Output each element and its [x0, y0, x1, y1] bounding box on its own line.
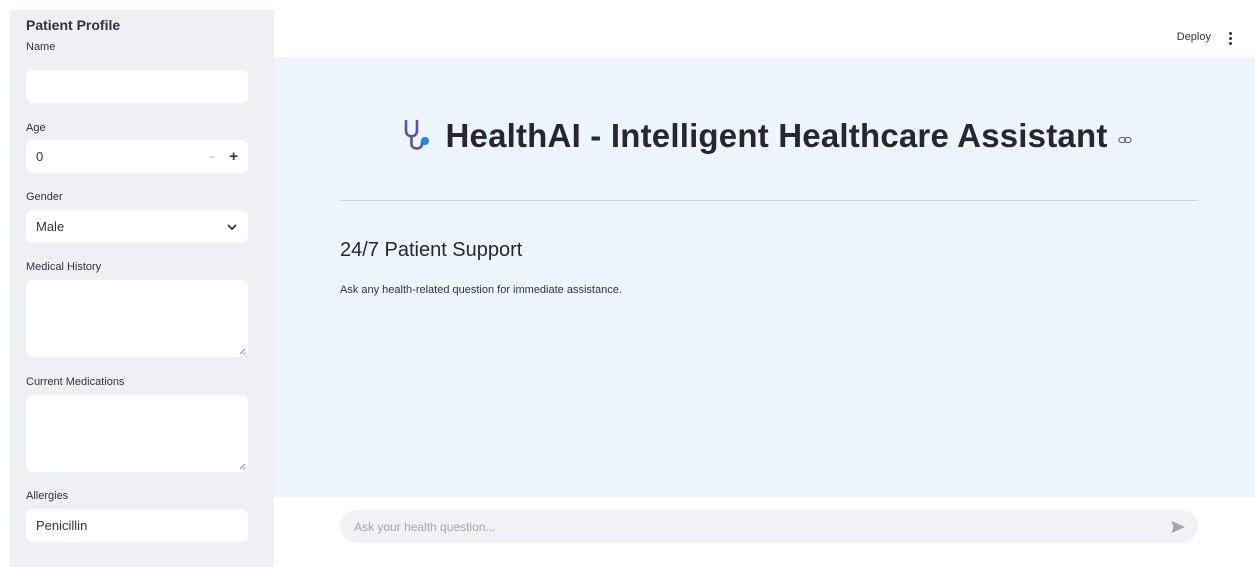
stethoscope-icon — [405, 119, 430, 150]
age-value[interactable]: 0 — [36, 149, 43, 164]
allergies-label: Allergies — [26, 490, 69, 502]
chat-placeholder[interactable]: Ask your health question... — [354, 520, 495, 534]
gender-select[interactable]: Male — [26, 210, 248, 243]
current-medications-textarea[interactable] — [26, 395, 248, 472]
top-bar: Deploy — [274, 0, 1255, 57]
link-icon[interactable] — [1117, 133, 1132, 147]
gender-label: Gender — [26, 191, 63, 203]
send-icon[interactable] — [1170, 519, 1186, 535]
allergies-input[interactable]: Penicillin — [26, 509, 248, 542]
name-input[interactable] — [26, 70, 248, 103]
sidebar-title: Patient Profile — [26, 17, 121, 33]
chevron-down-icon — [227, 224, 237, 230]
page-title: HealthAI - Intelligent Healthcare Assist… — [445, 117, 1108, 154]
section-description: Ask any health-related question for imme… — [340, 284, 622, 296]
gender-selected-value: Male — [36, 219, 65, 234]
chat-area: Ask your health question... — [274, 497, 1255, 567]
chat-input[interactable]: Ask your health question... — [340, 510, 1198, 543]
title-row: HealthAI - Intelligent Healthcare Assist… — [274, 117, 1255, 155]
age-stepper[interactable]: 0 − + — [26, 140, 248, 173]
resize-handle[interactable] — [239, 463, 245, 469]
resize-handle[interactable] — [239, 348, 245, 354]
medical-history-label: Medical History — [26, 261, 102, 273]
main-content: HealthAI - Intelligent Healthcare Assist… — [274, 57, 1255, 497]
kebab-menu-icon[interactable] — [1229, 32, 1233, 45]
decrement-button[interactable]: − — [208, 150, 215, 164]
sidebar: Patient Profile Name Age 0 − + Gender Ma… — [10, 10, 274, 567]
medical-history-textarea[interactable] — [26, 280, 248, 357]
name-label: Name — [26, 41, 56, 53]
age-label: Age — [26, 122, 46, 134]
section-title: 24/7 Patient Support — [340, 239, 523, 261]
deploy-button[interactable]: Deploy — [1177, 31, 1211, 43]
current-medications-label: Current Medications — [26, 376, 125, 388]
divider — [340, 200, 1198, 201]
increment-button[interactable]: + — [229, 148, 238, 165]
